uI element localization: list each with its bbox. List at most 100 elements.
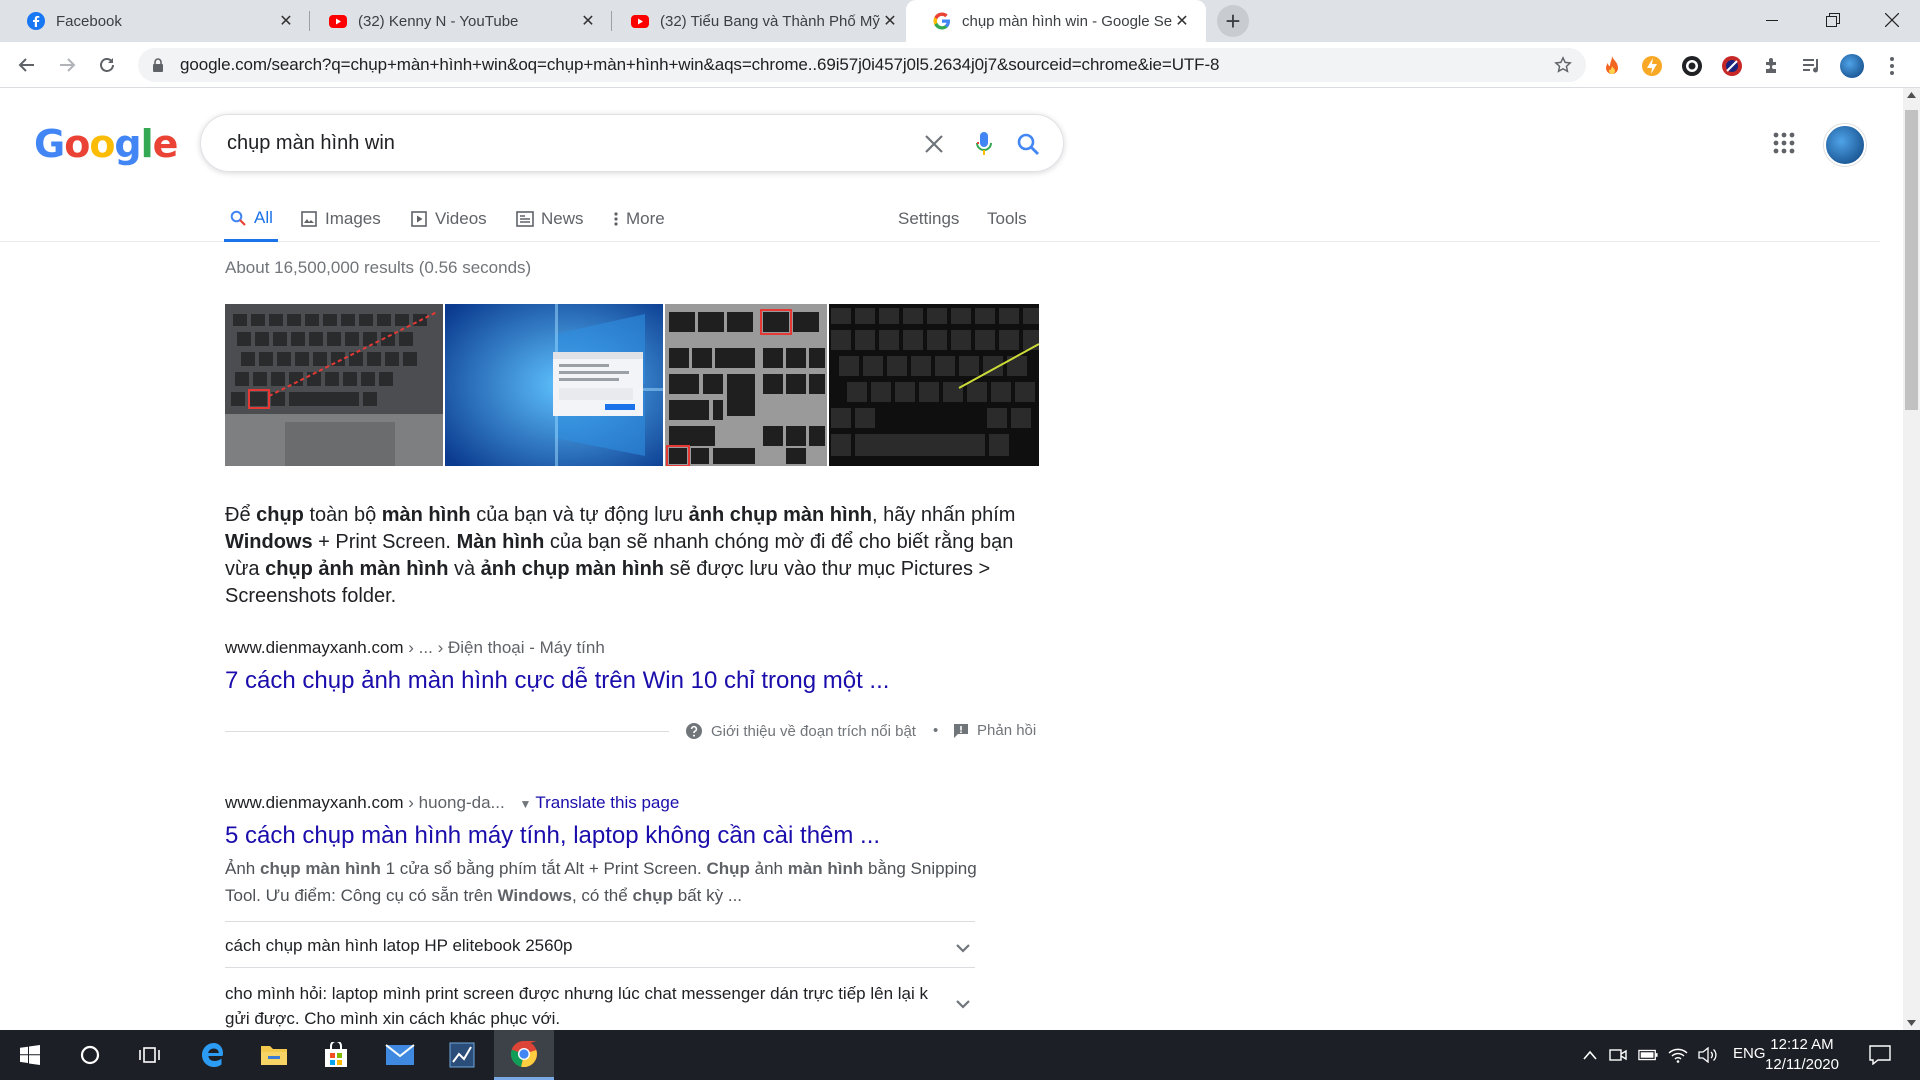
voice-search-button[interactable] bbox=[969, 129, 999, 159]
featured-result-title[interactable]: 7 cách chụp ảnh màn hình cực dễ trên Win… bbox=[225, 667, 889, 695]
wifi-icon bbox=[1668, 1048, 1688, 1063]
tray-volume[interactable] bbox=[1698, 1045, 1718, 1065]
action-center-button[interactable] bbox=[1868, 1043, 1892, 1067]
start-button[interactable] bbox=[0, 1030, 60, 1080]
clear-button[interactable] bbox=[919, 129, 949, 159]
vertical-scrollbar[interactable] bbox=[1903, 88, 1920, 1030]
scrollbar-thumb[interactable] bbox=[1905, 110, 1918, 410]
close-icon[interactable]: ✕ bbox=[276, 11, 296, 31]
show-hidden-icons-button[interactable] bbox=[1580, 1045, 1600, 1065]
result2-title[interactable]: 5 cách chụp màn hình máy tính, laptop kh… bbox=[225, 822, 880, 850]
forward-button[interactable] bbox=[52, 50, 82, 80]
about-featured-snippet-link[interactable]: Giới thiệu về đoạn trích nổi bật bbox=[685, 722, 916, 740]
taskbar-chrome[interactable] bbox=[494, 1030, 554, 1080]
close-icon[interactable]: ✕ bbox=[1172, 11, 1192, 31]
taskbar-mail[interactable] bbox=[370, 1030, 430, 1080]
caret-down-icon[interactable]: ▼ bbox=[519, 797, 531, 811]
taskbar-edge[interactable] bbox=[184, 1030, 244, 1080]
scroll-down-icon[interactable] bbox=[1907, 1020, 1916, 1026]
input-language[interactable]: ENG bbox=[1733, 1045, 1766, 1062]
task-view-button[interactable] bbox=[120, 1030, 180, 1080]
battery-icon bbox=[1638, 1049, 1658, 1061]
extension-fire-icon[interactable] bbox=[1600, 54, 1624, 78]
tray-battery[interactable] bbox=[1638, 1045, 1658, 1065]
scroll-up-icon[interactable] bbox=[1907, 92, 1916, 98]
extensions-puzzle-icon[interactable] bbox=[1760, 54, 1784, 78]
profile-avatar-icon[interactable] bbox=[1840, 54, 1864, 78]
lock-icon[interactable] bbox=[150, 57, 166, 73]
new-tab-button[interactable]: + bbox=[1217, 5, 1249, 37]
tab-title: Facebook bbox=[56, 12, 122, 30]
search-input[interactable]: chụp màn hình win bbox=[227, 132, 395, 155]
result-site[interactable]: www.dienmayxanh.com bbox=[225, 638, 404, 657]
apps-grid-icon[interactable] bbox=[1772, 131, 1796, 155]
tab-videos[interactable]: Videos bbox=[410, 196, 487, 242]
camera-icon bbox=[1609, 1049, 1627, 1061]
featured-image-windows-desktop[interactable] bbox=[445, 304, 663, 466]
tab-more[interactable]: More bbox=[612, 196, 665, 242]
news-icon bbox=[516, 210, 534, 228]
tab-youtube-states[interactable]: (32) Tiểu Bang và Thành Phố Mỹ ✕ bbox=[604, 0, 914, 42]
faq-question: cách chụp màn hình latop HP elitebook 25… bbox=[225, 936, 573, 955]
tab-images[interactable]: Images bbox=[300, 196, 381, 242]
translate-link[interactable]: Translate this page bbox=[535, 793, 679, 812]
menu-dots-icon[interactable] bbox=[1880, 54, 1904, 78]
folder-icon bbox=[261, 1046, 287, 1065]
featured-image-laptop-keyboard[interactable] bbox=[225, 304, 443, 466]
microphone-icon bbox=[976, 132, 992, 155]
google-logo[interactable]: Google bbox=[34, 122, 178, 166]
browser-toolbar: google.com/search?q=chụp+màn+hình+win&oq… bbox=[0, 42, 1920, 88]
tab-title: (32) Tiểu Bang và Thành Phố Mỹ bbox=[660, 12, 880, 30]
logo-letter: o bbox=[89, 122, 115, 166]
chevron-down-icon[interactable] bbox=[951, 936, 975, 960]
clock-date: 12/11/2020 bbox=[1765, 1056, 1839, 1073]
clock[interactable]: 12:12 AM 12/11/2020 bbox=[1762, 1035, 1842, 1075]
taskbar-store[interactable] bbox=[306, 1030, 366, 1080]
featured-image-keyboard-keys[interactable] bbox=[665, 304, 827, 466]
tray-wifi[interactable] bbox=[1668, 1045, 1688, 1065]
account-avatar[interactable] bbox=[1824, 124, 1866, 166]
search-button[interactable] bbox=[1013, 129, 1043, 159]
url-text[interactable]: google.com/search?q=chụp+màn+hình+win&oq… bbox=[180, 55, 1219, 75]
extension-record-icon[interactable] bbox=[1680, 54, 1704, 78]
taskbar-app-chart[interactable] bbox=[432, 1030, 492, 1080]
taskbar-file-explorer[interactable] bbox=[244, 1030, 304, 1080]
faq-item[interactable]: cách chụp màn hình latop HP elitebook 25… bbox=[225, 921, 975, 967]
address-bar[interactable]: google.com/search?q=chụp+màn+hình+win&oq… bbox=[138, 48, 1586, 82]
store-bag-icon bbox=[325, 1042, 347, 1067]
back-button[interactable] bbox=[12, 50, 42, 80]
tab-youtube-kenny[interactable]: (32) Kenny N - YouTube ✕ bbox=[302, 0, 612, 42]
search-box[interactable]: chụp màn hình win bbox=[200, 114, 1064, 172]
tab-all[interactable]: All bbox=[224, 196, 278, 242]
minimize-button[interactable] bbox=[1744, 0, 1800, 40]
media-playlist-icon[interactable] bbox=[1800, 54, 1824, 78]
settings-link[interactable]: Settings bbox=[898, 196, 959, 242]
extension-bolt-icon[interactable] bbox=[1640, 54, 1664, 78]
close-icon[interactable]: ✕ bbox=[880, 11, 900, 31]
cortana-button[interactable] bbox=[60, 1030, 120, 1080]
tools-link[interactable]: Tools bbox=[987, 196, 1027, 242]
result-site[interactable]: www.dienmayxanh.com bbox=[225, 793, 404, 812]
tray-meet-now[interactable] bbox=[1608, 1045, 1628, 1065]
app-chart-icon bbox=[449, 1042, 475, 1068]
restore-button[interactable] bbox=[1805, 0, 1861, 40]
chevron-down-icon[interactable] bbox=[951, 992, 975, 1016]
faq-item[interactable]: cho mình hỏi: laptop mình print screen đ… bbox=[225, 967, 975, 1030]
close-window-button[interactable] bbox=[1864, 0, 1920, 40]
tab-facebook[interactable]: Facebook ✕ bbox=[0, 0, 310, 42]
extension-block-icon[interactable] bbox=[1720, 54, 1744, 78]
tab-google-search[interactable]: chụp màn hình win - Google Sea ✕ bbox=[906, 0, 1206, 42]
plus-icon: + bbox=[1225, 6, 1241, 36]
search-icon bbox=[1017, 133, 1039, 155]
arrow-right-icon bbox=[60, 58, 76, 72]
featured-image-black-keyboard[interactable] bbox=[829, 304, 1039, 466]
tab-title: (32) Kenny N - YouTube bbox=[358, 12, 519, 30]
notification-icon bbox=[1869, 1045, 1891, 1065]
feedback-link[interactable]: Phản hồi bbox=[953, 722, 1036, 739]
star-icon[interactable] bbox=[1554, 56, 1572, 74]
restore-icon bbox=[1826, 13, 1840, 27]
tab-news[interactable]: News bbox=[516, 196, 584, 242]
reload-button[interactable] bbox=[92, 50, 122, 80]
tab-label: News bbox=[541, 209, 584, 228]
close-icon[interactable]: ✕ bbox=[578, 11, 598, 31]
